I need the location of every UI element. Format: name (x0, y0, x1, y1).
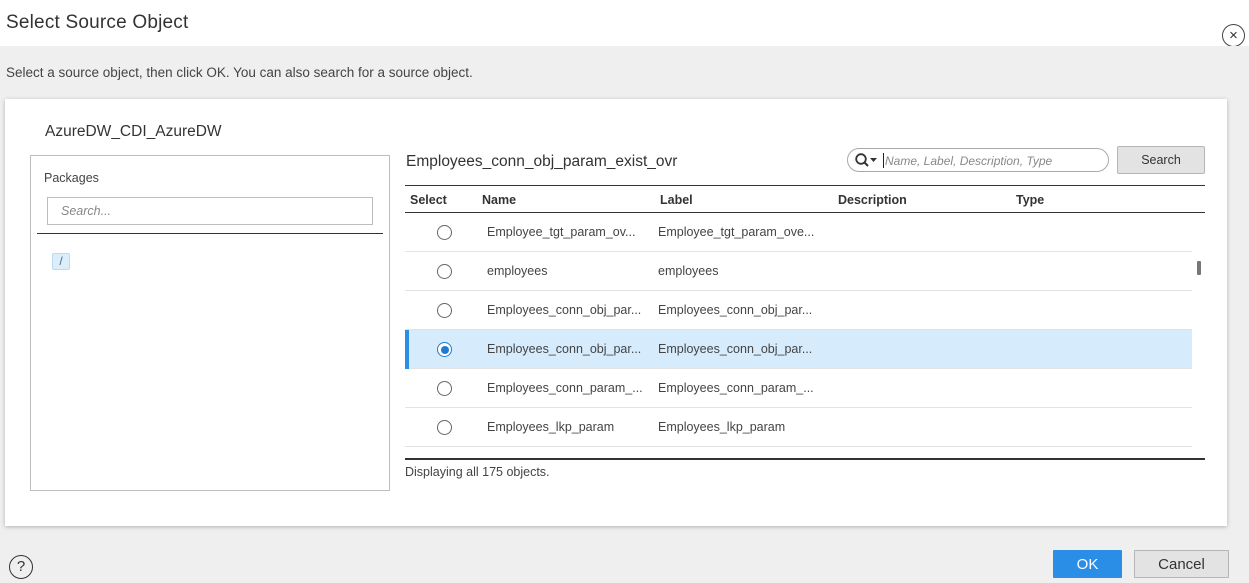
objects-table: Select Name Label Description Type Emplo… (405, 185, 1205, 460)
column-header-type[interactable]: Type (1016, 193, 1044, 207)
display-count: Displaying all 175 objects. (405, 465, 550, 479)
row-name: Employees_conn_obj_par... (487, 303, 642, 317)
packages-panel: Packages / (30, 155, 390, 491)
object-search-field[interactable] (847, 148, 1109, 172)
table-header: Select Name Label Description Type (405, 185, 1205, 213)
selection-indicator (405, 330, 409, 369)
dialog-title: Select Source Object (6, 12, 189, 33)
close-icon[interactable]: × (1222, 24, 1245, 47)
packages-divider (37, 233, 383, 234)
text-caret (883, 153, 884, 168)
ok-button[interactable]: OK (1053, 550, 1122, 578)
row-name: employees (487, 264, 548, 278)
table-row[interactable]: Employee_tgt_param_ov... Employee_tgt_pa… (405, 213, 1192, 252)
object-list-title: Employees_conn_obj_param_exist_ovr (406, 153, 678, 170)
row-radio[interactable] (437, 225, 452, 240)
row-label: Employee_tgt_param_ove... (658, 225, 815, 239)
connection-name: AzureDW_CDI_AzureDW (45, 123, 222, 140)
column-header-label[interactable]: Label (660, 193, 693, 207)
cancel-button[interactable]: Cancel (1134, 550, 1229, 578)
search-button[interactable]: Search (1117, 146, 1205, 174)
row-name: Employees_conn_obj_par... (487, 342, 642, 356)
table-rows: Employee_tgt_param_ov... Employee_tgt_pa… (405, 213, 1192, 448)
row-label: Employees_conn_obj_par... (658, 342, 813, 356)
row-radio-checked[interactable] (437, 342, 452, 357)
row-name: Employees_lkp_param (487, 420, 615, 434)
table-row[interactable]: Employees_conn_param_... Employees_conn_… (405, 369, 1192, 408)
table-bottom-border (405, 458, 1205, 460)
row-radio[interactable] (437, 303, 452, 318)
root-folder-item[interactable]: / (52, 253, 70, 270)
table-row[interactable]: Employees_lkp_param Employees_lkp_param (405, 408, 1192, 447)
search-icon[interactable] (854, 152, 878, 169)
row-label: Employees_conn_obj_par... (658, 303, 813, 317)
help-icon[interactable]: ? (9, 555, 33, 579)
table-scrollbar-thumb[interactable] (1197, 261, 1201, 275)
object-search-input[interactable] (885, 151, 1100, 170)
dialog-body: Select a source object, then click OK. Y… (0, 46, 1249, 583)
row-radio[interactable] (437, 381, 452, 396)
dialog-header: Select Source Object × (0, 0, 1249, 47)
row-radio[interactable] (437, 264, 452, 279)
packages-search-input[interactable] (47, 197, 373, 225)
row-label: Employees_lkp_param (658, 420, 786, 434)
table-row[interactable]: employees employees (405, 252, 1192, 291)
table-row[interactable]: Employees_conn_obj_par... Employees_conn… (405, 291, 1192, 330)
column-header-name[interactable]: Name (482, 193, 516, 207)
column-header-select[interactable]: Select (410, 193, 447, 207)
row-label: employees (658, 264, 719, 278)
packages-label: Packages (44, 171, 99, 185)
table-row-selected[interactable]: Employees_conn_obj_par... Employees_conn… (405, 330, 1192, 369)
row-label: Employees_conn_param_... (658, 381, 814, 395)
row-radio[interactable] (437, 420, 452, 435)
instructions-text: Select a source object, then click OK. Y… (6, 65, 473, 80)
row-name: Employees_conn_param_... (487, 381, 643, 395)
row-name: Employee_tgt_param_ov... (487, 225, 636, 239)
source-object-panel: AzureDW_CDI_AzureDW Packages / Employees… (5, 99, 1227, 526)
column-header-description[interactable]: Description (838, 193, 907, 207)
